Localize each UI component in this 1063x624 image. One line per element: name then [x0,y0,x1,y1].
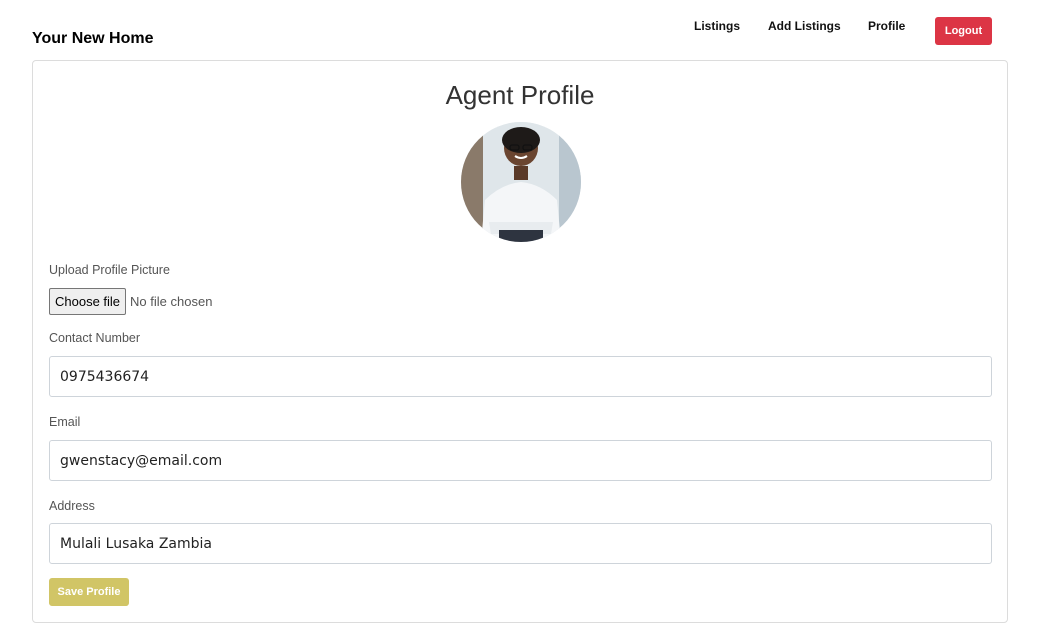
choose-file-button[interactable]: Choose file [49,288,127,315]
contact-number-field[interactable] [49,356,992,397]
nav-add-listings-link[interactable]: Add Listings [768,19,841,33]
file-status-text: No file chosen [130,294,213,309]
avatar-photo [461,122,581,242]
nav-profile-link[interactable]: Profile [868,19,905,33]
profile-card: Agent Profile Upload Profile Picture Cho… [32,60,1008,623]
email-label: Email [49,415,81,429]
upload-picture-label: Upload Profile Picture [49,263,170,277]
address-label: Address [49,499,95,513]
page-title: Agent Profile [445,80,595,110]
file-upload-field: Choose file No file chosen [49,288,212,315]
avatar [461,122,581,242]
top-nav: Listings Add Listings Profile Logout [0,0,1063,60]
email-field[interactable] [49,440,992,481]
save-profile-button[interactable]: Save Profile [49,578,129,606]
nav-listings-link[interactable]: Listings [694,19,740,33]
logout-button[interactable]: Logout [935,17,992,45]
address-field[interactable] [49,523,992,564]
contact-number-label: Contact Number [49,331,141,345]
